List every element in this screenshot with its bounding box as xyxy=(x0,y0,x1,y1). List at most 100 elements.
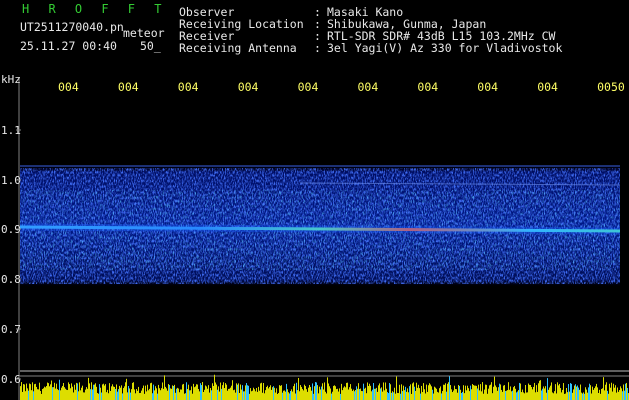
meter-bar xyxy=(143,385,144,400)
meter-bar xyxy=(63,382,64,400)
meter-bar xyxy=(451,389,452,400)
meter-bar xyxy=(279,385,280,400)
time-tick-label: 0050 xyxy=(597,80,625,94)
meter-bar xyxy=(561,392,562,400)
meter-bar xyxy=(576,386,577,400)
time-tick-label: 004 xyxy=(417,80,438,94)
meter-bar xyxy=(368,385,369,400)
meter-bar xyxy=(179,392,180,400)
meter-bar xyxy=(91,382,92,400)
meter-bar xyxy=(363,383,364,400)
meter-bar xyxy=(251,391,252,400)
meter-bar xyxy=(521,392,522,400)
meter-bar xyxy=(27,388,28,400)
meter-bar xyxy=(463,385,464,400)
meter-bar xyxy=(528,383,529,400)
meter-bar xyxy=(614,387,615,400)
time-tick-label: 004 xyxy=(58,80,79,94)
meter-bar xyxy=(124,386,125,400)
meter-bar xyxy=(235,392,236,400)
meter-bar xyxy=(221,388,222,400)
meter-bar xyxy=(119,385,120,400)
meter-bar xyxy=(478,384,479,400)
meter-bar xyxy=(77,383,78,400)
meter-bar xyxy=(45,387,46,400)
meter-bar xyxy=(415,390,416,400)
meter-bar xyxy=(477,388,478,400)
meter-bar xyxy=(305,386,306,400)
meter-bar xyxy=(550,385,551,400)
meter-bar xyxy=(441,393,442,400)
meter-bar xyxy=(23,384,24,400)
meter-bar xyxy=(79,382,80,400)
meter-bar xyxy=(599,389,600,400)
meter-bar xyxy=(76,382,77,400)
meter-bar xyxy=(162,382,163,400)
meter-bar xyxy=(586,389,587,400)
meter-bar xyxy=(219,391,220,400)
meter-bar xyxy=(100,387,101,400)
meter-bar xyxy=(67,390,68,400)
meter-bar xyxy=(539,380,540,400)
meter-bar xyxy=(286,383,287,400)
meter-bar xyxy=(383,382,384,400)
meter-bar xyxy=(490,384,491,400)
meter-bar xyxy=(146,391,147,400)
meter-bar xyxy=(46,386,47,400)
meter-bar xyxy=(408,392,409,400)
meter-bar xyxy=(447,383,448,400)
meter-bar xyxy=(388,393,389,400)
meter-bar xyxy=(472,384,473,400)
meter-bar xyxy=(81,387,82,400)
meter-bar xyxy=(551,382,552,400)
meter-bar xyxy=(416,382,417,400)
meter-bar xyxy=(622,391,623,400)
meter-bar xyxy=(204,389,205,400)
meter-bar xyxy=(518,390,519,400)
meter-bar xyxy=(436,388,437,400)
meter-bar xyxy=(546,392,547,400)
meter-bar xyxy=(331,393,332,400)
meter-bar xyxy=(515,388,516,400)
meter-bar xyxy=(344,386,345,400)
meter-bar xyxy=(615,385,616,400)
meter-bar xyxy=(350,384,351,400)
meter-bar xyxy=(427,391,428,400)
meter-bar xyxy=(300,385,301,400)
meter-bar xyxy=(407,388,408,400)
meter-bar xyxy=(620,386,621,400)
meter-bar xyxy=(151,382,152,400)
meter-bar xyxy=(404,390,405,400)
meter-bar xyxy=(349,387,350,400)
meter-bar xyxy=(624,390,625,400)
meter-bar xyxy=(262,392,263,400)
meter-bar xyxy=(288,392,289,400)
meter-bar xyxy=(75,389,76,400)
meter-bar xyxy=(320,389,321,400)
meter-bar xyxy=(178,388,179,400)
meter-bar xyxy=(403,385,404,400)
meter-bar xyxy=(229,388,230,400)
meter-bar xyxy=(502,391,503,400)
meter-bar xyxy=(494,376,495,400)
meter-bar xyxy=(627,387,628,400)
meter-bar xyxy=(242,385,243,400)
meter-bar xyxy=(34,384,35,400)
meter-bar xyxy=(195,386,196,400)
time-ticks: 004 004 004 004 004 004 004 004 004 0050 xyxy=(58,80,625,94)
meter-bar xyxy=(187,388,188,400)
meter-bar xyxy=(529,384,530,400)
meter-bar xyxy=(88,377,89,400)
meter-bar xyxy=(29,383,30,400)
meter-bar xyxy=(575,384,576,400)
meter-bar xyxy=(327,377,328,400)
meter-bar xyxy=(439,388,440,400)
meter-bar xyxy=(458,385,459,400)
meter-bar xyxy=(94,384,95,400)
signal-meter xyxy=(20,374,629,400)
meter-bar xyxy=(275,392,276,400)
meter-bar xyxy=(608,393,609,400)
meter-bar xyxy=(182,384,183,400)
meter-bar xyxy=(32,382,33,400)
meter-bar xyxy=(513,387,514,400)
